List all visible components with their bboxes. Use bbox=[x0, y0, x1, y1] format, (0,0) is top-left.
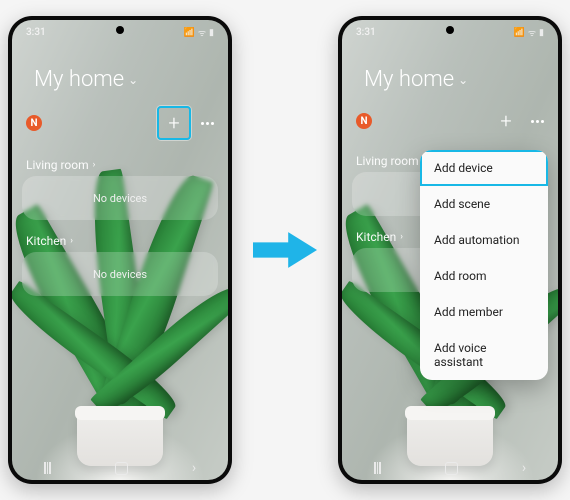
status-icons: 📶ᯤ▮ bbox=[184, 26, 214, 39]
top-row: N + bbox=[342, 98, 558, 140]
nav-back[interactable]: ‹ bbox=[192, 460, 196, 476]
title-text: My home bbox=[364, 67, 454, 92]
room-label: Living room bbox=[26, 158, 89, 172]
menu-item-add-room[interactable]: Add room bbox=[420, 258, 548, 294]
room-card[interactable]: No devices bbox=[22, 176, 218, 220]
plus-icon: + bbox=[500, 109, 511, 133]
header-actions: + bbox=[157, 106, 218, 140]
header-actions: + bbox=[491, 106, 548, 136]
phone-right: 3:31 📶ᯤ▮ My home ⌄ N + bbox=[338, 16, 562, 484]
wifi-icon: ᯤ bbox=[198, 26, 206, 39]
chevron-right-icon: › bbox=[400, 232, 403, 242]
dot-icon bbox=[541, 120, 544, 123]
nav-home[interactable] bbox=[115, 462, 128, 475]
chevron-right-icon: › bbox=[70, 236, 73, 246]
battery-icon: ▮ bbox=[209, 28, 214, 38]
dot-icon bbox=[531, 120, 534, 123]
wifi-icon: ᯤ bbox=[528, 26, 536, 39]
dot-icon bbox=[206, 122, 209, 125]
plus-icon: + bbox=[168, 111, 179, 135]
menu-item-add-voice-assistant[interactable]: Add voice assistant bbox=[420, 330, 548, 380]
nav-recent[interactable] bbox=[374, 462, 381, 474]
status-bar: 3:31 📶ᯤ▮ bbox=[12, 20, 228, 39]
more-button[interactable] bbox=[527, 116, 548, 127]
notification-badge[interactable]: N bbox=[26, 115, 42, 131]
screen: 3:31 📶ᯤ▮ My home ⌄ N + bbox=[12, 20, 228, 480]
chevron-right-icon: › bbox=[93, 160, 96, 170]
more-button[interactable] bbox=[197, 118, 218, 129]
nav-bar: ‹ bbox=[12, 456, 228, 480]
add-button[interactable]: + bbox=[157, 106, 191, 140]
room-label: Living room bbox=[356, 154, 419, 168]
menu-item-add-device[interactable]: Add device bbox=[420, 150, 548, 186]
chevron-down-icon: ⌄ bbox=[458, 73, 468, 87]
nav-recent[interactable] bbox=[44, 462, 51, 474]
room-card[interactable]: No devices bbox=[22, 252, 218, 296]
card-text: No devices bbox=[93, 268, 147, 281]
menu-item-add-automation[interactable]: Add automation bbox=[420, 222, 548, 258]
battery-icon: ▮ bbox=[539, 28, 544, 38]
room-header-kitchen[interactable]: Kitchen › bbox=[26, 234, 228, 248]
menu-item-add-scene[interactable]: Add scene bbox=[420, 186, 548, 222]
menu-item-add-member[interactable]: Add member bbox=[420, 294, 548, 330]
screen: 3:31 📶ᯤ▮ My home ⌄ N + bbox=[342, 20, 558, 480]
status-icons: 📶ᯤ▮ bbox=[514, 26, 544, 39]
title-text: My home bbox=[34, 67, 124, 92]
status-bar: 3:31 📶ᯤ▮ bbox=[342, 20, 558, 39]
card-text: No devices bbox=[93, 192, 147, 205]
dot-icon bbox=[211, 122, 214, 125]
status-time: 3:31 bbox=[26, 27, 46, 38]
arrow-icon bbox=[250, 226, 320, 274]
dot-icon bbox=[201, 122, 204, 125]
nav-back[interactable]: ‹ bbox=[522, 460, 526, 476]
room-header-living[interactable]: Living room › bbox=[26, 158, 228, 172]
nav-home[interactable] bbox=[445, 462, 458, 475]
top-row: N + bbox=[12, 98, 228, 144]
phone-left: 3:31 📶ᯤ▮ My home ⌄ N + bbox=[8, 16, 232, 484]
nav-bar: ‹ bbox=[342, 456, 558, 480]
status-time: 3:31 bbox=[356, 27, 376, 38]
room-label: Kitchen bbox=[356, 230, 396, 244]
room-label: Kitchen bbox=[26, 234, 66, 248]
notification-badge[interactable]: N bbox=[356, 113, 372, 129]
page-title[interactable]: My home ⌄ bbox=[34, 67, 228, 92]
add-menu: Add device Add scene Add automation Add … bbox=[420, 150, 548, 380]
add-button[interactable]: + bbox=[491, 106, 521, 136]
chevron-down-icon: ⌄ bbox=[128, 73, 138, 87]
dot-icon bbox=[536, 120, 539, 123]
page-title[interactable]: My home ⌄ bbox=[364, 67, 558, 92]
